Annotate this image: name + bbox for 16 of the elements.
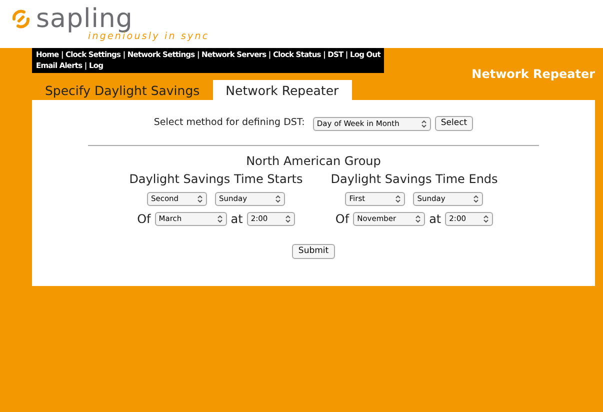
at-label: at	[429, 211, 442, 228]
select-button[interactable]: Select	[434, 116, 474, 131]
logo-icon	[10, 8, 32, 30]
section-title: Daylight Savings Time Ends	[330, 171, 498, 188]
of-label: Of	[335, 211, 350, 228]
section-title: Daylight Savings Time Starts	[129, 171, 303, 188]
group-title: North American Group	[246, 154, 381, 168]
tab[interactable]: Specify Daylight Savings	[32, 80, 213, 100]
logo-wordmark: sapling	[36, 6, 133, 32]
page-title: Network Repeater	[470, 68, 596, 80]
tagline: ingeniously in sync	[88, 32, 210, 42]
of-label: Of	[137, 211, 151, 228]
submit-button[interactable]: Submit	[292, 244, 335, 259]
tab[interactable]: Network Repeater	[212, 80, 352, 100]
at-label: at	[230, 211, 243, 228]
method-label: Select method for defining DST:	[154, 116, 305, 130]
